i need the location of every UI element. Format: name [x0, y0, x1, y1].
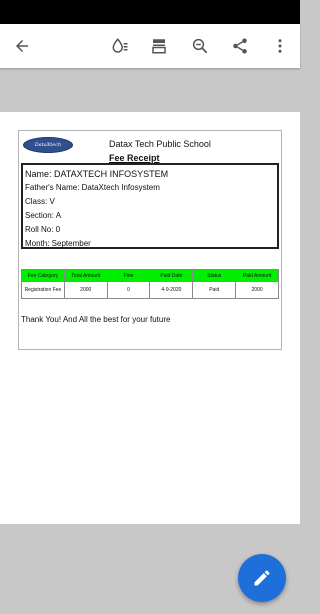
student-name: Name: DATAXTECH INFOSYSTEM: [25, 169, 169, 179]
more-vert-icon: [278, 39, 282, 53]
ink-button[interactable]: [106, 32, 134, 60]
student-roll: Roll No: 0: [25, 225, 61, 234]
toolbar: [0, 24, 300, 68]
school-logo: DataXtech: [23, 137, 73, 153]
table-row: Registration Fee 2000 0 4-9-2020 Paid 20…: [21, 281, 279, 299]
fee-month: Month: September: [25, 239, 91, 248]
fee-table-header-row: Fee Category Total Amount Fine Paid Date…: [21, 269, 279, 282]
student-info-box: Name: DATAXTECH INFOSYSTEM Father's Name…: [21, 163, 279, 249]
fee-receipt: DataXtech Datax Tech Public School Fee R…: [18, 130, 282, 350]
receipt-title: Fee Receipt: [109, 153, 160, 163]
status-cell: Paid: [192, 281, 237, 299]
fine-cell: 0: [106, 281, 151, 299]
father-name: Father's Name: DataXtech Infosystem: [25, 183, 160, 192]
share-button[interactable]: [226, 32, 254, 60]
edit-button[interactable]: [238, 554, 286, 602]
fee-table-header: Paid Amount: [235, 269, 279, 282]
fee-table: Fee Category Total Amount Fine Paid Date…: [21, 269, 279, 299]
fee-table-header: Fine: [106, 269, 151, 282]
logo-text: DataXtech: [34, 142, 62, 148]
zoom-out-icon: [192, 38, 208, 54]
back-button[interactable]: [8, 32, 36, 60]
layout-button[interactable]: [145, 32, 173, 60]
status-bar: [0, 0, 300, 24]
fee-table-header: Fee Category: [21, 269, 65, 282]
fee-category-cell: Registration Fee: [21, 281, 65, 299]
paid-amount-cell: 2000: [235, 281, 279, 299]
pdf-page: DataXtech Datax Tech Public School Fee R…: [0, 112, 300, 524]
total-amount-cell: 2000: [63, 281, 108, 299]
school-name: Datax Tech Public School: [109, 139, 211, 149]
ink-drop-icon: [112, 38, 128, 53]
student-class: Class: V: [25, 197, 55, 206]
more-options-button[interactable]: [266, 32, 294, 60]
zoom-out-button[interactable]: [186, 32, 214, 60]
thank-you-note: Thank You! And All the best for your fut…: [21, 315, 171, 324]
fee-table-header: Total Amount: [63, 269, 108, 282]
edit-pencil-icon: [254, 570, 270, 586]
fee-table-header: Paid Date: [149, 269, 194, 282]
paid-date-cell: 4-9-2020: [149, 281, 194, 299]
back-arrow-icon: [16, 40, 28, 52]
page-layout-icon: [152, 39, 166, 54]
student-section: Section: A: [25, 211, 62, 220]
share-icon: [233, 38, 247, 54]
fee-table-header: Status: [192, 269, 237, 282]
